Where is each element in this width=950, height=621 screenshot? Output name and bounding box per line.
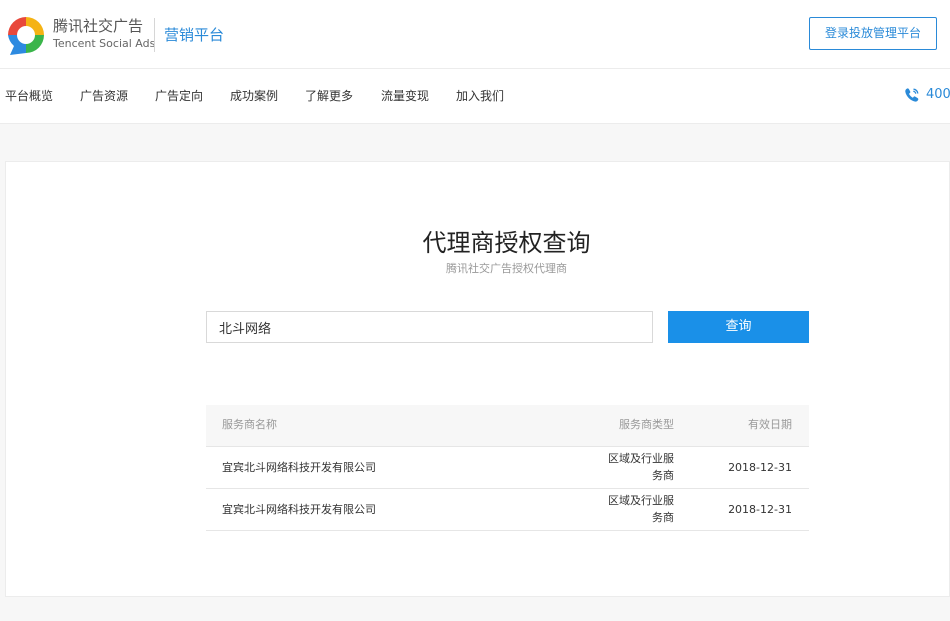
column-header-name: 服务商名称 bbox=[222, 418, 277, 431]
brand-divider bbox=[154, 18, 155, 52]
table-row: 宜宾北斗网络科技开发有限公司 区域及行业服 务商 2018-12-31 bbox=[206, 489, 809, 531]
brand-name-cn: 腾讯社交广告 bbox=[53, 17, 144, 35]
nav-item-learn-more[interactable]: 了解更多 bbox=[305, 88, 353, 104]
nav-item-overview[interactable]: 平台概览 bbox=[5, 88, 53, 104]
provider-type: 区域及行业服 务商 bbox=[574, 492, 674, 526]
provider-type-line2: 务商 bbox=[652, 511, 674, 524]
page-title: 代理商授权查询 bbox=[422, 229, 591, 257]
nav-item-ad-targeting[interactable]: 广告定向 bbox=[155, 88, 203, 104]
provider-name: 宜宾北斗网络科技开发有限公司 bbox=[222, 461, 376, 474]
provider-type: 区域及行业服 务商 bbox=[574, 450, 674, 484]
provider-type-line1: 区域及行业服 bbox=[608, 452, 674, 465]
nav-item-cases[interactable]: 成功案例 bbox=[230, 88, 278, 104]
phone-icon bbox=[905, 88, 919, 102]
provider-type-line1: 区域及行业服 bbox=[608, 494, 674, 507]
header: 腾讯社交广告 Tencent Social Ads 营销平台 登录投放管理平台 bbox=[0, 0, 950, 69]
valid-date: 2018-12-31 bbox=[728, 461, 792, 474]
brand-name-en: Tencent Social Ads bbox=[53, 37, 156, 50]
provider-name: 宜宾北斗网络科技开发有限公司 bbox=[222, 503, 376, 516]
main-nav: 平台概览 广告资源 广告定向 成功案例 了解更多 流量变现 加入我们 400- bbox=[0, 69, 950, 124]
table-header: 服务商名称 服务商类型 有效日期 bbox=[206, 405, 809, 447]
nav-item-monetization[interactable]: 流量变现 bbox=[381, 88, 429, 104]
login-button[interactable]: 登录投放管理平台 bbox=[809, 17, 937, 50]
tencent-social-ads-logo-icon[interactable] bbox=[4, 13, 48, 57]
column-header-date: 有效日期 bbox=[748, 418, 792, 431]
search-input[interactable] bbox=[206, 311, 653, 343]
page-subtitle: 腾讯社交广告授权代理商 bbox=[446, 262, 567, 275]
search-button[interactable]: 查询 bbox=[668, 311, 809, 343]
nav-item-join-us[interactable]: 加入我们 bbox=[456, 88, 504, 104]
content-card bbox=[5, 161, 950, 597]
valid-date: 2018-12-31 bbox=[728, 503, 792, 516]
provider-type-line2: 务商 bbox=[652, 469, 674, 482]
platform-title[interactable]: 营销平台 bbox=[164, 25, 224, 45]
nav-item-ad-resources[interactable]: 广告资源 bbox=[80, 88, 128, 104]
column-header-type: 服务商类型 bbox=[619, 418, 674, 431]
hotline-number[interactable]: 400- bbox=[926, 87, 950, 103]
table-row: 宜宾北斗网络科技开发有限公司 区域及行业服 务商 2018-12-31 bbox=[206, 447, 809, 489]
